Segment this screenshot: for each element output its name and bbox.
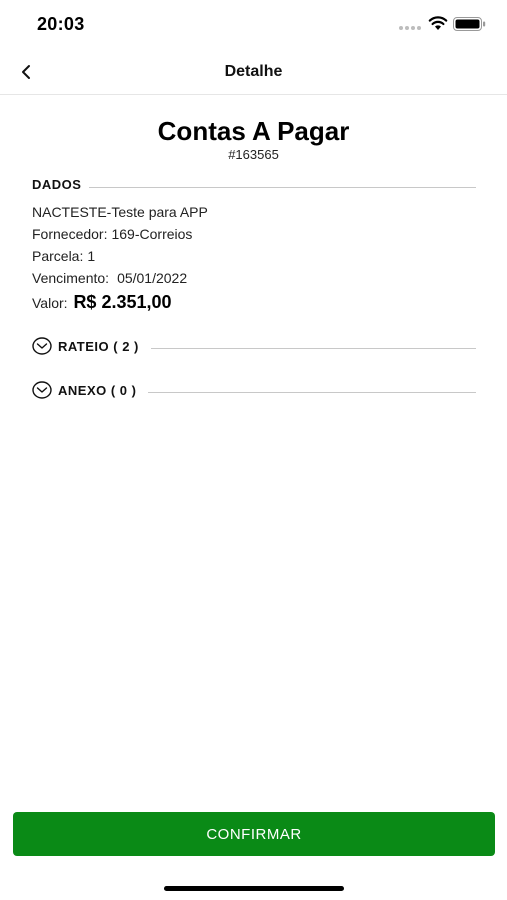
divider bbox=[150, 347, 476, 349]
status-time: 20:03 bbox=[37, 14, 85, 34]
rateio-toggle[interactable]: RATEIO ( 2 ) bbox=[32, 336, 476, 356]
home-indicator bbox=[164, 886, 344, 891]
parcela-value: 1 bbox=[87, 248, 96, 264]
description-text: NACTESTE-Teste para APP bbox=[32, 204, 208, 220]
fornecedor-label: Fornecedor: bbox=[32, 226, 108, 242]
anexo-toggle[interactable]: ANEXO ( 0 ) bbox=[32, 380, 476, 400]
battery-icon bbox=[453, 17, 486, 31]
fornecedor-row: Fornecedor: 169-Correios bbox=[32, 226, 192, 242]
vencimento-row: Vencimento: 05/01/2022 bbox=[32, 270, 187, 286]
divider bbox=[89, 187, 476, 188]
divider bbox=[148, 391, 476, 393]
vencimento-label: Vencimento: bbox=[32, 270, 110, 286]
page-title: Contas A Pagar bbox=[157, 116, 350, 146]
rateio-label: RATEIO ( 2 ) bbox=[58, 338, 139, 354]
nav-title: Detalhe bbox=[224, 63, 283, 80]
valor-label: Valor: bbox=[32, 295, 68, 311]
valor-row: Valor: R$ 2.351,00 bbox=[32, 292, 172, 313]
vencimento-value: 05/01/2022 bbox=[117, 270, 188, 286]
fornecedor-value: 169-Correios bbox=[111, 226, 193, 242]
document-id: #163565 bbox=[228, 147, 279, 162]
chevron-down-circle-icon bbox=[32, 337, 52, 355]
dados-section-label: DADOS bbox=[32, 177, 82, 192]
parcela-row: Parcela: 1 bbox=[32, 248, 95, 264]
dados-section-header: DADOS bbox=[32, 177, 476, 192]
screen: 20:03 Detalhe Contas A Pagar #163565 DAD… bbox=[0, 0, 507, 900]
wifi-icon bbox=[428, 16, 448, 30]
valor-amount: R$ 2.351,00 bbox=[73, 292, 172, 312]
anexo-label: ANEXO ( 0 ) bbox=[58, 382, 137, 398]
navigation-bar: Detalhe bbox=[0, 50, 507, 95]
cellular-signal-icon bbox=[399, 26, 421, 30]
chevron-down-circle-icon bbox=[32, 381, 52, 399]
confirm-button[interactable]: CONFIRMAR bbox=[13, 812, 495, 856]
parcela-label: Parcela: bbox=[32, 248, 84, 264]
status-bar: 20:03 bbox=[0, 0, 507, 50]
